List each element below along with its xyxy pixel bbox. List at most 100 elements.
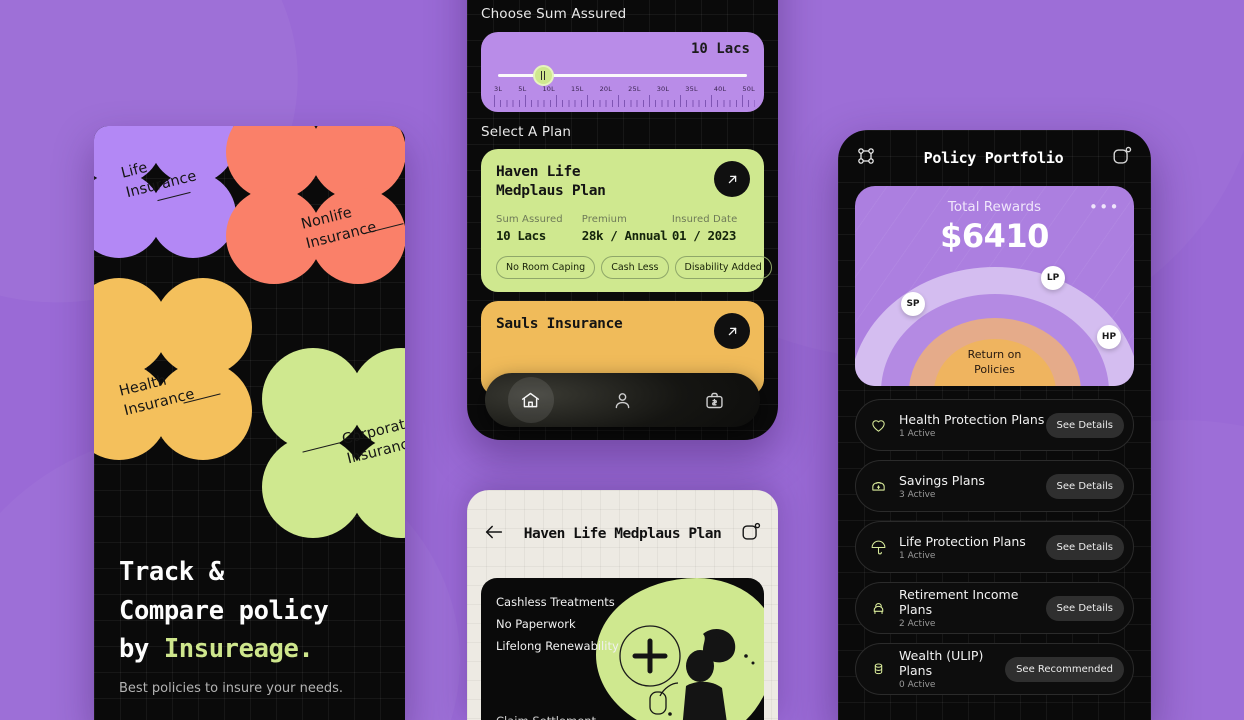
notification-square-icon[interactable] [1111,145,1133,171]
see-details-button[interactable]: See Details [1045,473,1124,499]
plan-card-haven-life[interactable]: Haven Life Medplaus Plan Sum Assured 10 … [481,149,772,293]
feature-list: Cashless Treatments No Paperwork Lifelon… [496,595,619,661]
plan-row-life-protection[interactable]: Life Protection Plans 1 Active See Detai… [855,521,1134,573]
slider-tick: 30L [656,85,670,93]
nodes-graph-icon[interactable] [856,146,876,170]
coins-stack-icon [870,661,890,678]
sum-assured-value: 10 Lacs [690,41,750,57]
retirement-chair-icon [870,600,890,617]
hero-phone-mockup: Life Insurance Nonlife Insurance Health … [94,126,405,720]
notification-square-icon[interactable] [740,521,762,547]
arc-center-label: Return on Policies [967,348,1022,377]
arc-pin-sp[interactable]: SP [901,292,925,316]
plan-row-texts: Retirement Income Plans 2 Active [899,587,1046,629]
slider-tick: 25L [628,85,641,93]
feature-item: Lifelong Renewability [496,639,619,653]
plan-stat-value: 28k / Annual [581,228,668,244]
total-rewards-label: Total Rewards [947,199,1042,215]
tab-wallet[interactable] [691,377,737,423]
slider-ruler-marks [494,95,755,107]
slider-tick: 3L [494,85,503,93]
arrow-up-right-icon[interactable] [714,161,750,197]
claim-settlement-label: Claim Settlement [496,714,596,720]
hero-brand-name: Insureage. [163,633,314,664]
slider-tick: 10L [542,85,555,93]
detail-header: Haven Life Medplaus Plan [467,490,778,578]
slider-tick: 20L [599,85,613,93]
plan-stat-value: 10 Lacs [496,228,546,244]
slider-tick: 15L [571,85,584,93]
plan-row-active-count: 1 Active [899,428,936,439]
plan-stat-value: 01 / 2023 [671,228,737,244]
plan-row-savings[interactable]: Savings Plans 3 Active See Details [855,460,1134,512]
arc-pin-hp[interactable]: HP [1097,325,1121,349]
plan-row-active-count: 1 Active [899,550,936,561]
plan-stat: Sum Assured 10 Lacs [496,214,582,243]
plan-stat-key: Premium [581,214,627,226]
hero-subtitle: Best policies to insure your needs. [119,681,344,696]
plan-card-title: Sauls Insurance [496,316,623,333]
plan-row-texts: Health Protection Plans 1 Active [899,412,1046,439]
detail-body-card: Cashless Treatments No Paperwork Lifelon… [481,578,764,720]
plan-stat: Insured Date 01 / 2023 [672,214,749,243]
plan-row-active-count: 2 Active [899,619,936,629]
plan-row-texts: Life Protection Plans 1 Active [899,534,1046,561]
plan-chip[interactable]: No Room Caping [496,256,596,280]
slider-thumb[interactable] [533,65,554,86]
portfolio-page-title: Policy Portfolio [923,149,1064,167]
slider-tick-labels: 3L 5L 10L 15L 20L 25L 30L 35L 40L 50L [494,85,755,93]
see-details-button[interactable]: See Details [1045,534,1124,560]
plan-detail-phone-mockup: Haven Life Medplaus Plan Cashless Treatm… [467,490,778,720]
plan-card-stats: Sum Assured 10 Lacs Premium 28k / Annual… [496,214,749,243]
umbrella-icon [870,539,890,556]
plan-card-title: Haven Life Medplaus Plan [496,164,606,199]
plan-chooser-phone-mockup: Choose Sum Assured 10 Lacs 3L 5L 10L 15L… [467,0,778,440]
portfolio-phone-mockup: Policy Portfolio ••• Total Rewards $6410… [838,130,1151,720]
plan-card-chips: No Room Caping Cash Less Disability Adde… [496,256,772,280]
plan-chip[interactable]: Disability Added [674,256,772,280]
plan-row-name: Life Protection Plans [899,533,1026,549]
see-details-button[interactable]: See Details [1045,595,1124,621]
choose-sum-assured-title: Choose Sum Assured [481,6,627,22]
bottom-tab-bar [485,373,760,427]
plan-row-health-protection[interactable]: Health Protection Plans 1 Active See Det… [855,399,1134,451]
plan-row-active-count: 0 Active [899,680,936,690]
plan-row-name: Wealth (ULIP) Plans [899,648,984,678]
slider-tick: 50L [742,85,755,93]
plan-row-texts: Savings Plans 3 Active [899,473,1046,500]
see-details-button[interactable]: See Details [1045,412,1124,438]
feature-item: No Paperwork [496,617,576,631]
arrow-up-right-icon[interactable] [714,313,750,350]
hero-headline-prefix: by [119,633,164,664]
back-button[interactable] [483,521,505,547]
total-rewards-amount: $6410 [940,217,1049,255]
plan-row-wealth-ulip[interactable]: Wealth (ULIP) Plans 0 Active See Recomme… [855,643,1134,695]
slider-tick: 40L [713,85,727,93]
plan-stat: Premium 28k / Annual [582,214,672,243]
medical-illustration [619,625,755,720]
detail-page-title: Haven Life Medplaus Plan [523,526,722,542]
plan-chip[interactable]: Cash Less [601,256,669,280]
plan-row-retirement-income[interactable]: Retirement Income Plans 2 Active See Det… [855,582,1134,634]
slider-thumb-grip-icon [540,71,547,80]
policy-plans-list: Health Protection Plans 1 Active See Det… [855,399,1134,695]
petal-nonlife-insurance[interactable] [226,126,405,291]
plan-stat-key: Sum Assured [496,214,563,226]
see-recommended-button[interactable]: See Recommended [1005,656,1124,682]
total-rewards-card[interactable]: ••• Total Rewards $6410 Return on Polici… [855,186,1134,386]
piggy-bank-icon [870,478,890,495]
tab-profile[interactable] [599,377,645,423]
plan-row-name: Savings Plans [899,472,985,488]
plan-row-active-count: 3 Active [899,489,936,500]
sum-assured-slider-card[interactable]: 10 Lacs 3L 5L 10L 15L 20L 25L 30L 35L 40… [481,32,764,112]
portfolio-header: Policy Portfolio [838,130,1151,186]
hero-copy: Track & Compare policy by Insureage. Bes… [119,553,387,696]
feature-item: Cashless Treatments [496,595,615,609]
arc-pin-lp[interactable]: LP [1041,266,1065,290]
plan-stat-key: Insured Date [671,214,738,226]
hero-headline-line-2: Compare policy [119,595,329,626]
slider-tick: 35L [685,85,698,93]
slider-tick: 5L [518,85,527,93]
tab-home[interactable] [507,377,554,423]
plan-row-name: Health Protection Plans [899,411,1045,427]
